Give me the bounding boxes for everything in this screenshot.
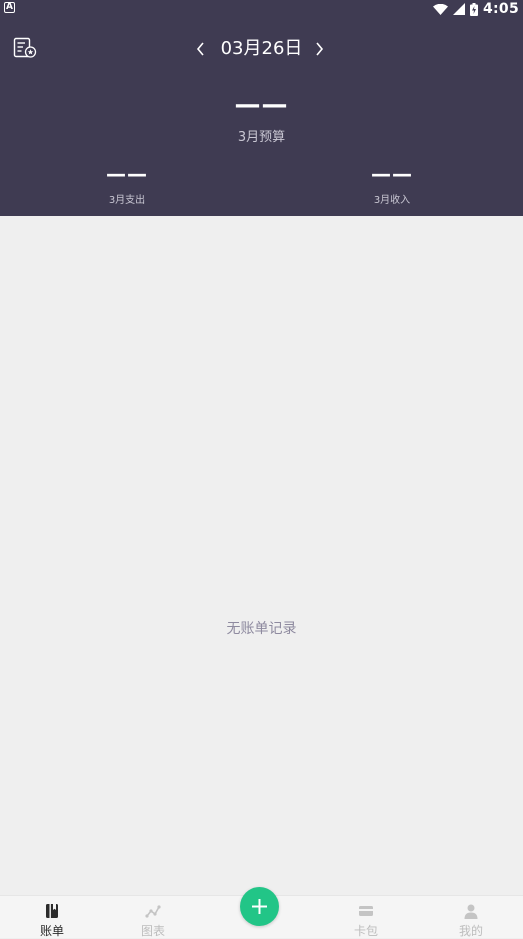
income-value: ——	[371, 162, 413, 186]
income-summary: —— 3月收入	[292, 163, 492, 206]
income-label: 3月收入	[373, 195, 411, 206]
status-time: 4:05	[482, 1, 519, 17]
tab-charts-label: 图表	[140, 924, 165, 938]
chart-icon	[145, 905, 161, 918]
budget-value: ——	[234, 90, 289, 120]
expense-value: ——	[106, 162, 148, 186]
tab-mine-label: 我的	[458, 924, 483, 938]
expense-summary: —— 3月支出	[27, 163, 227, 206]
tab-bills[interactable]: 账单	[0, 896, 104, 939]
book-icon	[46, 904, 58, 918]
tab-mine[interactable]: 我的	[419, 896, 523, 939]
signal-icon	[452, 3, 465, 15]
battery-icon	[469, 2, 478, 16]
chevron-right-icon[interactable]	[308, 38, 330, 60]
tab-cards[interactable]: 卡包	[314, 896, 418, 939]
tab-cards-label: 卡包	[353, 924, 378, 938]
tab-charts[interactable]: 图表	[101, 896, 205, 939]
budget-label: 3月预算	[237, 130, 286, 145]
header-summary: 03月26日 —— 3月预算 —— 3月支出 —— 3月收入	[0, 18, 523, 216]
expense-label: 3月支出	[108, 195, 146, 206]
plus-icon	[252, 899, 267, 914]
person-icon	[464, 904, 478, 919]
add-bill-button[interactable]	[240, 887, 279, 926]
card-icon	[359, 906, 373, 916]
status-icons: 4:05	[432, 0, 519, 18]
status-bar: A 4:05	[0, 0, 523, 18]
date-navigator: 03月26日	[0, 34, 523, 62]
current-date[interactable]: 03月26日	[221, 37, 303, 61]
tab-bills-label: 账单	[39, 924, 64, 938]
wifi-icon	[432, 3, 448, 15]
empty-state-text: 无账单记录	[226, 621, 297, 637]
notification-a-icon: A	[4, 2, 15, 13]
